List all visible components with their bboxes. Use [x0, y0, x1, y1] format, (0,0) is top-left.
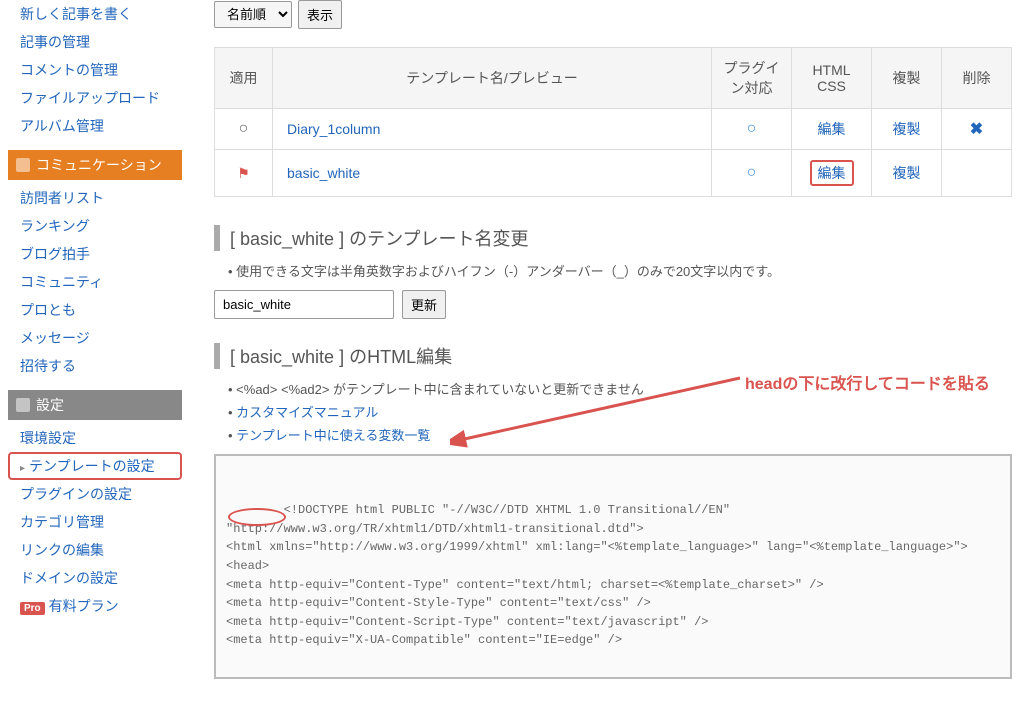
rename-section: [ basic_white ] のテンプレート名変更 使用できる文字は半角英数字…	[214, 225, 1012, 319]
flag-icon: ⚑	[237, 165, 250, 181]
sidebar-item-message[interactable]: メッセージ	[8, 324, 182, 352]
show-button[interactable]: 表示	[298, 0, 342, 29]
sort-controls: 名前順 表示	[214, 0, 1012, 29]
htmledit-note-manual: カスタマイズマニュアル	[228, 402, 1012, 421]
vars-link[interactable]: テンプレート中に使える変数一覧	[236, 428, 430, 443]
sidebar-item-pro-plan[interactable]: Pro 有料プラン	[8, 592, 182, 620]
sidebar-item-blog-clap[interactable]: ブログ拍手	[8, 240, 182, 268]
edit-link[interactable]: 編集	[818, 121, 846, 137]
sidebar-item-category[interactable]: カテゴリ管理	[8, 508, 182, 536]
apply-mark: ○	[239, 120, 249, 137]
settings-icon	[16, 398, 30, 412]
sidebar-item-plugin-settings[interactable]: プラグインの設定	[8, 480, 182, 508]
chevron-right-icon: ▸	[20, 463, 25, 474]
pro-badge: Pro	[20, 602, 45, 615]
update-button[interactable]: 更新	[402, 290, 446, 319]
template-name-link[interactable]: Diary_1column	[287, 121, 380, 137]
sidebar: 新しく記事を書く 記事の管理 コメントの管理 ファイルアップロード アルバム管理…	[0, 0, 190, 715]
sidebar-item-ranking[interactable]: ランキング	[8, 212, 182, 240]
dup-link[interactable]: 複製	[893, 165, 921, 181]
html-code-editor[interactable]: <!DOCTYPE html PUBLIC "-//W3C//DTD XHTML…	[214, 454, 1012, 679]
sidebar-item-new-post[interactable]: 新しく記事を書く	[8, 0, 182, 28]
html-code-content: <!DOCTYPE html PUBLIC "-//W3C//DTD XHTML…	[226, 503, 968, 647]
sidebar-item-template-settings[interactable]: ▸ テンプレートの設定	[8, 452, 182, 480]
rename-input[interactable]	[214, 290, 394, 319]
template-name-link[interactable]: basic_white	[287, 165, 360, 181]
delete-link[interactable]: ✖	[970, 121, 983, 138]
manual-link[interactable]: カスタマイズマニュアル	[236, 405, 378, 420]
htmledit-note-adtags: <%ad> <%ad2> がテンプレート中に含まれていないと更新できません	[228, 379, 1012, 398]
sidebar-header-communication: コミュニケーション	[8, 150, 182, 180]
htmledit-section: [ basic_white ] のHTML編集 <%ad> <%ad2> がテン…	[214, 343, 1012, 679]
edit-link[interactable]: 編集	[818, 165, 846, 181]
sidebar-item-file-upload[interactable]: ファイルアップロード	[8, 84, 182, 112]
sidebar-item-domain[interactable]: ドメインの設定	[8, 564, 182, 592]
col-name: テンプレート名/プレビュー	[273, 48, 712, 109]
col-htmlcss: HTML CSS	[792, 48, 872, 109]
sidebar-item-link-edit[interactable]: リンクの編集	[8, 536, 182, 564]
sidebar-item-env-settings[interactable]: 環境設定	[8, 424, 182, 452]
rename-title: [ basic_white ] のテンプレート名変更	[214, 225, 1012, 251]
sidebar-item-visitors[interactable]: 訪問者リスト	[8, 184, 182, 212]
sort-select[interactable]: 名前順	[214, 1, 292, 28]
sidebar-item-manage-comments[interactable]: コメントの管理	[8, 56, 182, 84]
sidebar-item-pro-plan-label: 有料プラン	[49, 598, 119, 614]
sidebar-item-community[interactable]: コミュニティ	[8, 268, 182, 296]
table-row: ○ Diary_1column ○ 編集 複製 ✖	[215, 109, 1012, 150]
main-content: 名前順 表示 適用 テンプレート名/プレビュー プラグイン対応 HTML CSS…	[190, 0, 1024, 715]
htmledit-title: [ basic_white ] のHTML編集	[214, 343, 1012, 369]
sidebar-item-album[interactable]: アルバム管理	[8, 112, 182, 140]
htmledit-note-vars: テンプレート中に使える変数一覧	[228, 425, 1012, 444]
sidebar-header-communication-label: コミュニケーション	[36, 155, 162, 175]
plugin-mark: ○	[747, 120, 757, 137]
delete-cell-empty	[942, 150, 1012, 197]
communication-icon	[16, 158, 30, 172]
col-plugin: プラグイン対応	[712, 48, 792, 109]
plugin-mark: ○	[747, 164, 757, 181]
sidebar-item-invite[interactable]: 招待する	[8, 352, 182, 380]
col-del: 削除	[942, 48, 1012, 109]
templates-table: 適用 テンプレート名/プレビュー プラグイン対応 HTML CSS 複製 削除 …	[214, 47, 1012, 197]
sidebar-header-settings: 設定	[8, 390, 182, 420]
rename-note: 使用できる文字は半角英数字およびハイフン（-）アンダーバー（_）のみで20文字以…	[228, 261, 1012, 280]
col-dup: 複製	[872, 48, 942, 109]
sidebar-item-protomo[interactable]: プロとも	[8, 296, 182, 324]
table-row: ⚑ basic_white ○ 編集 複製	[215, 150, 1012, 197]
sidebar-item-manage-posts[interactable]: 記事の管理	[8, 28, 182, 56]
sidebar-item-template-settings-label: テンプレートの設定	[29, 458, 155, 474]
col-apply: 適用	[215, 48, 273, 109]
dup-link[interactable]: 複製	[893, 121, 921, 137]
sidebar-header-settings-label: 設定	[36, 395, 64, 415]
